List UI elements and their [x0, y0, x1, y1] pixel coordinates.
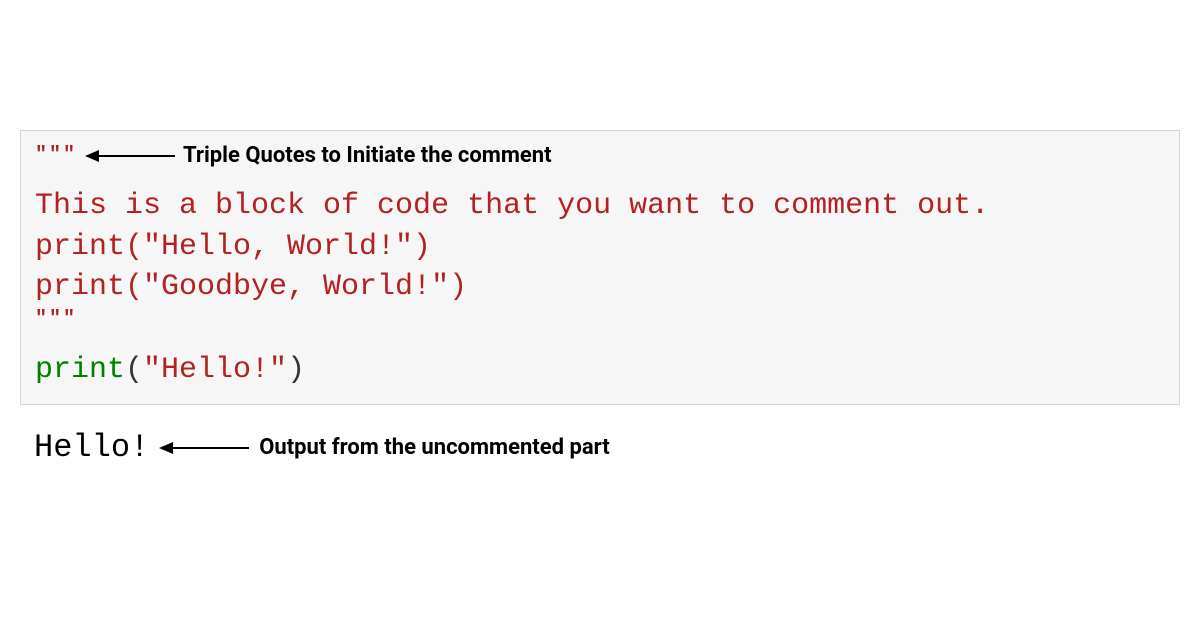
- comment-line-3: print("Goodbye, World!"): [35, 267, 1165, 308]
- comment-line-2: print("Hello, World!"): [35, 227, 1165, 268]
- output-section: Hello! Output from the uncommented part: [20, 429, 1180, 466]
- paren-open: (: [125, 353, 143, 387]
- function-name: print: [35, 353, 125, 387]
- output-annotation: Output from the uncommented part: [259, 435, 609, 460]
- output-text: Hello!: [34, 429, 149, 466]
- string-literal: "Hello!": [143, 353, 287, 387]
- triple-quote-open-row: """ Triple Quotes to Initiate the commen…: [35, 143, 1165, 168]
- comment-line-1: This is a block of code that you want to…: [35, 186, 1165, 227]
- code-block: """ Triple Quotes to Initiate the commen…: [20, 130, 1180, 405]
- arrow-left-icon: [85, 149, 175, 163]
- triple-quote-open: """: [35, 144, 77, 168]
- arrow-left-icon: [159, 441, 249, 455]
- triple-quote-close: """: [35, 308, 1165, 332]
- triple-quote-annotation: Triple Quotes to Initiate the comment: [183, 143, 552, 168]
- paren-close: ): [287, 353, 305, 387]
- executable-line: print("Hello!"): [35, 350, 1165, 391]
